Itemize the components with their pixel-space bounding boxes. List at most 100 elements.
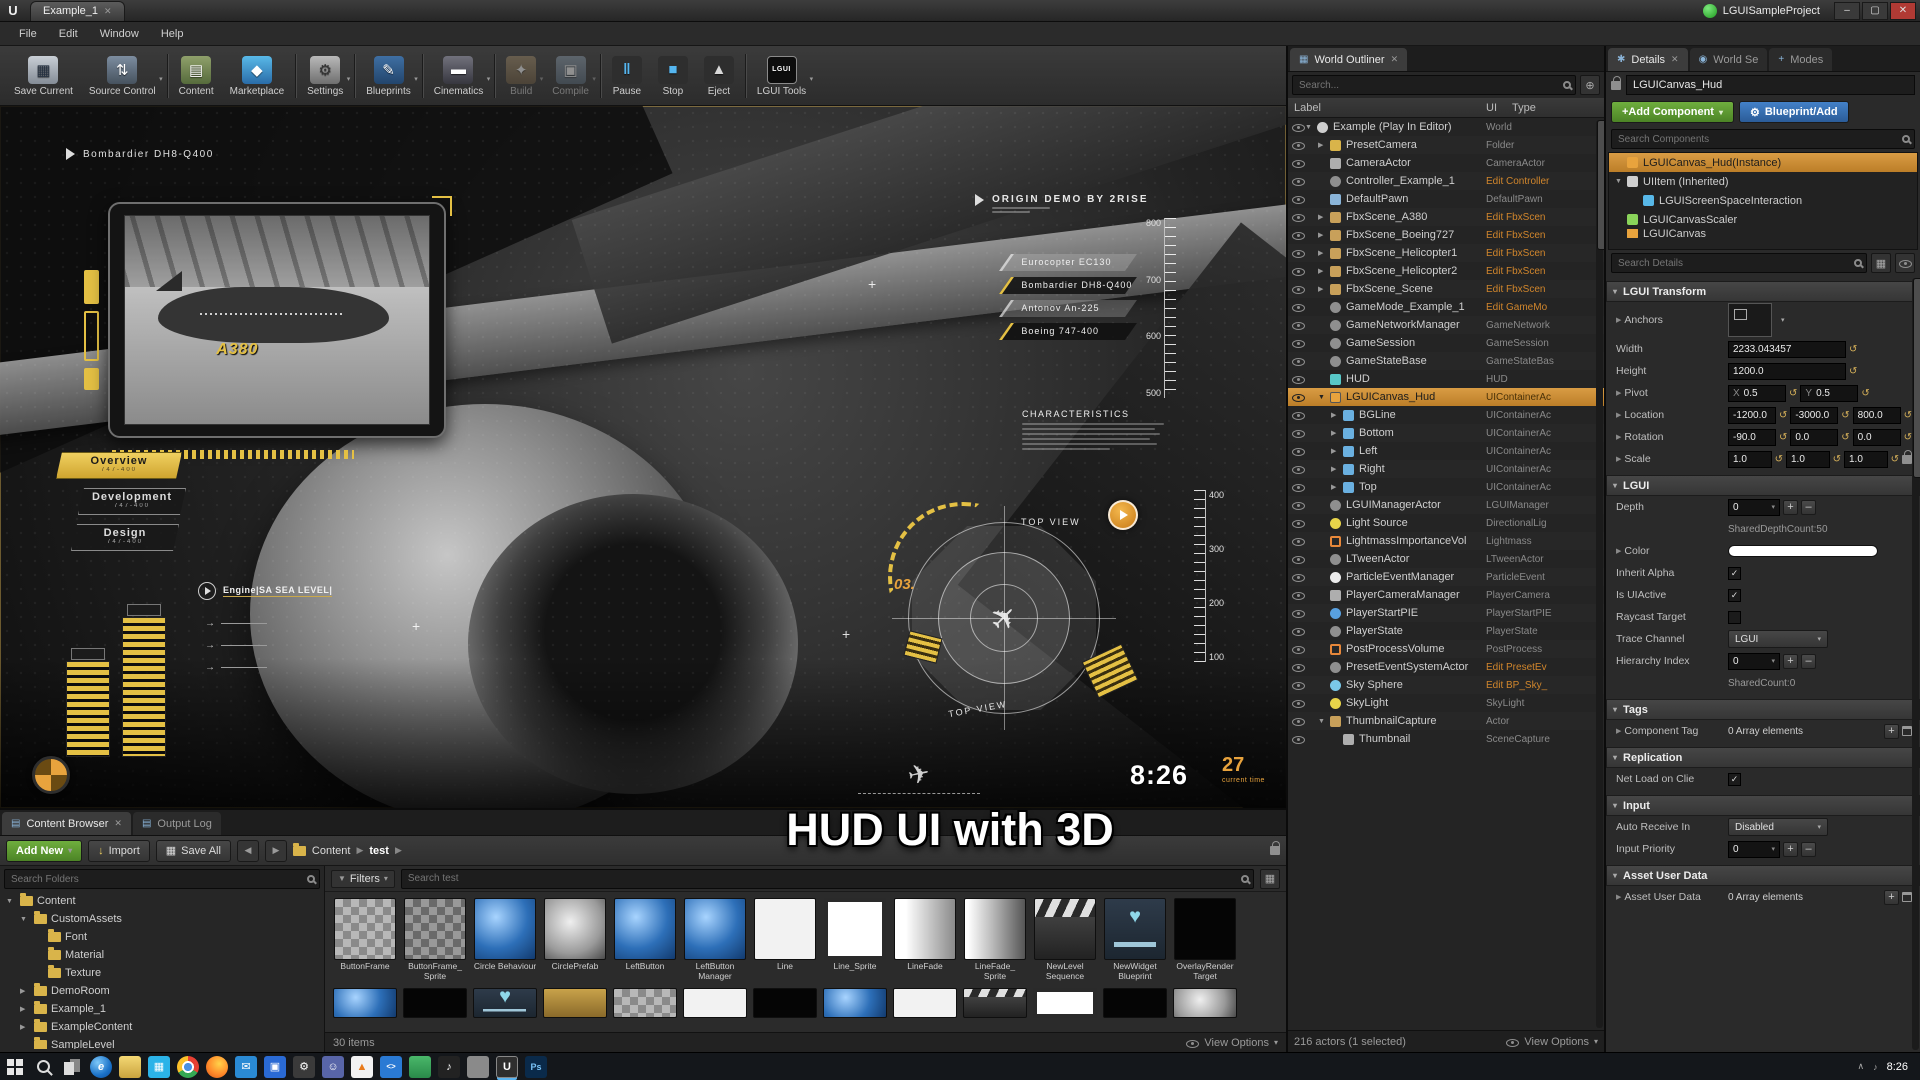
number-input[interactable]: 1.0 [1844,450,1888,468]
maximize-button[interactable]: ▢ [1862,1,1888,20]
expander-icon[interactable]: ▶ [1616,316,1621,324]
expander-icon[interactable]: ▶ [1331,465,1342,473]
close-button[interactable]: ✕ [1890,1,1916,20]
volume-icon[interactable]: ♪ [1873,1062,1878,1072]
outliner-row[interactable]: PostProcessVolume PostProcess [1288,640,1604,658]
hud-menu-button[interactable]: Overview 747-400 [56,452,182,479]
section-header[interactable]: ▾ Replication [1606,747,1920,768]
expander-icon[interactable]: ▼ [1305,124,1316,131]
visibility-eye-icon[interactable] [1291,408,1305,422]
tab-modes[interactable]: + Modes [1769,48,1833,71]
visibility-eye-icon[interactable] [1291,714,1305,728]
visibility-eye-icon[interactable] [1291,336,1305,350]
play-circle-icon[interactable] [198,582,216,600]
tab-close-icon[interactable]: ✕ [114,818,122,829]
ps-icon[interactable]: Ps [525,1055,547,1078]
visibility-eye-icon[interactable] [1291,426,1305,440]
checkbox[interactable] [1728,610,1741,624]
visibility-eye-icon[interactable] [1291,606,1305,620]
actor-type[interactable]: Edit Controller [1486,176,1604,187]
edge-icon[interactable]: e [90,1055,112,1078]
asset-item[interactable]: ButtonFrame_ Sprite [403,898,467,982]
visibility-eye-icon[interactable] [1291,300,1305,314]
expander-icon[interactable]: ▶ [1318,231,1329,239]
visibility-eye-icon[interactable] [1291,552,1305,566]
outliner-row[interactable]: ▶ FbxScene_A380 Edit FbxScen [1288,208,1604,226]
checkbox[interactable]: ✓ [1728,588,1741,602]
add-new-button[interactable]: Add New ▾ [6,839,83,862]
add-element-button[interactable]: + [1884,889,1899,905]
expander-icon[interactable]: ▶ [1616,727,1621,735]
expander-icon[interactable]: ▼ [1615,178,1627,185]
back-button[interactable]: ◀ [236,839,259,862]
section-header[interactable]: ▾ Asset User Data [1606,865,1920,886]
content-button[interactable]: ▤ Content [171,53,222,99]
expander-icon[interactable]: ▶ [1331,429,1342,437]
outliner-row[interactable]: LightmassImportanceVol Lightmass [1288,532,1604,550]
lock-icon[interactable] [1902,449,1912,464]
number-input[interactable]: -1200.0 [1728,406,1776,424]
start-icon[interactable] [4,1055,26,1078]
visibility-eye-icon[interactable] [1291,372,1305,386]
asset-item[interactable]: ButtonFrame [333,898,397,982]
cinematics-button[interactable]: ▬ ▾ Cinematics [426,53,491,99]
expander-icon[interactable]: ▶ [1616,455,1621,463]
visibility-eye-icon[interactable] [1291,174,1305,188]
explorer-icon[interactable] [119,1055,141,1078]
outliner-search-input[interactable] [1292,75,1576,95]
section-header[interactable]: ▾ Input [1606,795,1920,816]
visibility-eye-icon[interactable] [1291,462,1305,476]
outliner-row[interactable]: LTweenActor LTweenActor [1288,550,1604,568]
expander-icon[interactable]: ▶ [1616,433,1621,441]
visibility-eye-icon[interactable] [1291,696,1305,710]
reset-icon[interactable]: ↺ [1861,388,1869,399]
outliner-row[interactable]: ▼ Example (Play In Editor) World [1288,118,1604,136]
expander-icon[interactable]: ▶ [1616,893,1621,901]
save-button[interactable]: ▦ Save Current [6,53,81,99]
number-input[interactable]: 2233.043457 [1728,340,1846,358]
checkbox[interactable]: ✓ [1728,566,1741,580]
vlc-icon[interactable]: ▲ [351,1055,373,1078]
dropdown[interactable]: LGUI ▾ [1728,630,1828,648]
hud-menu-button[interactable]: Design 747-400 [71,524,179,551]
outliner-row[interactable]: ▼ LGUICanvas_Hud UIContainerAc [1288,388,1604,406]
outliner-row[interactable]: ▶ PresetCamera Folder [1288,136,1604,154]
number-input[interactable]: Y 0.5 [1800,384,1859,402]
blueprint-add-button[interactable]: ⚙ Blueprint/Add [1738,101,1849,123]
outliner-row[interactable]: GameMode_Example_1 Edit GameMo [1288,298,1604,316]
plane-tag[interactable]: Antonov An-225 [999,300,1137,317]
menu-help[interactable]: Help [150,28,195,40]
color-swatch[interactable] [1728,545,1878,557]
anchor-widget[interactable] [1728,303,1772,337]
number-input[interactable]: X 0.5 [1728,384,1786,402]
save-all-button[interactable]: ▦ Save All [155,839,231,862]
asset-item[interactable]: OverlayRender Target [1173,898,1237,982]
increment-button[interactable]: + [1783,653,1798,669]
folder-row[interactable]: ▼ Content [4,892,320,910]
code-icon[interactable]: <> [380,1055,402,1078]
decrement-button[interactable]: – [1801,653,1816,669]
viewport-3d[interactable]: Bombardier DH8-Q400 A380 Overview 747-400… [0,106,1286,808]
import-button[interactable]: ↓ Import [88,839,150,862]
add-component-button[interactable]: +Add Component ▾ [1611,101,1734,123]
outliner-row[interactable]: LGUIManagerActor LGUIManager [1288,496,1604,514]
asset-item[interactable]: LineFade [893,898,957,982]
visibility-eye-icon[interactable] [1291,588,1305,602]
level-tab[interactable]: Example_1 ✕ [30,0,125,21]
visibility-eye-icon[interactable] [1291,480,1305,494]
asset-item[interactable]: Line [753,898,817,982]
reset-icon[interactable]: ↺ [1775,454,1783,465]
folder-row[interactable]: SampleLevel [4,1036,320,1049]
section-header[interactable]: ▾ Tags [1606,699,1920,720]
details-scrollbar[interactable] [1912,278,1920,1050]
hud-play-button[interactable] [1108,500,1138,530]
outliner-row[interactable]: ▶ BGLine UIContainerAc [1288,406,1604,424]
reset-icon[interactable]: ↺ [1779,432,1787,443]
add-element-button[interactable]: + [1884,723,1899,739]
outliner-row[interactable]: PresetEventSystemActor Edit PresetEv [1288,658,1604,676]
reset-icon[interactable]: ↺ [1849,344,1857,355]
expander-icon[interactable]: ▼ [20,916,30,923]
visibility-eye-icon[interactable] [1291,282,1305,296]
visibility-eye-icon[interactable] [1291,678,1305,692]
tray-chevron-icon[interactable]: ∧ [1857,1061,1864,1072]
